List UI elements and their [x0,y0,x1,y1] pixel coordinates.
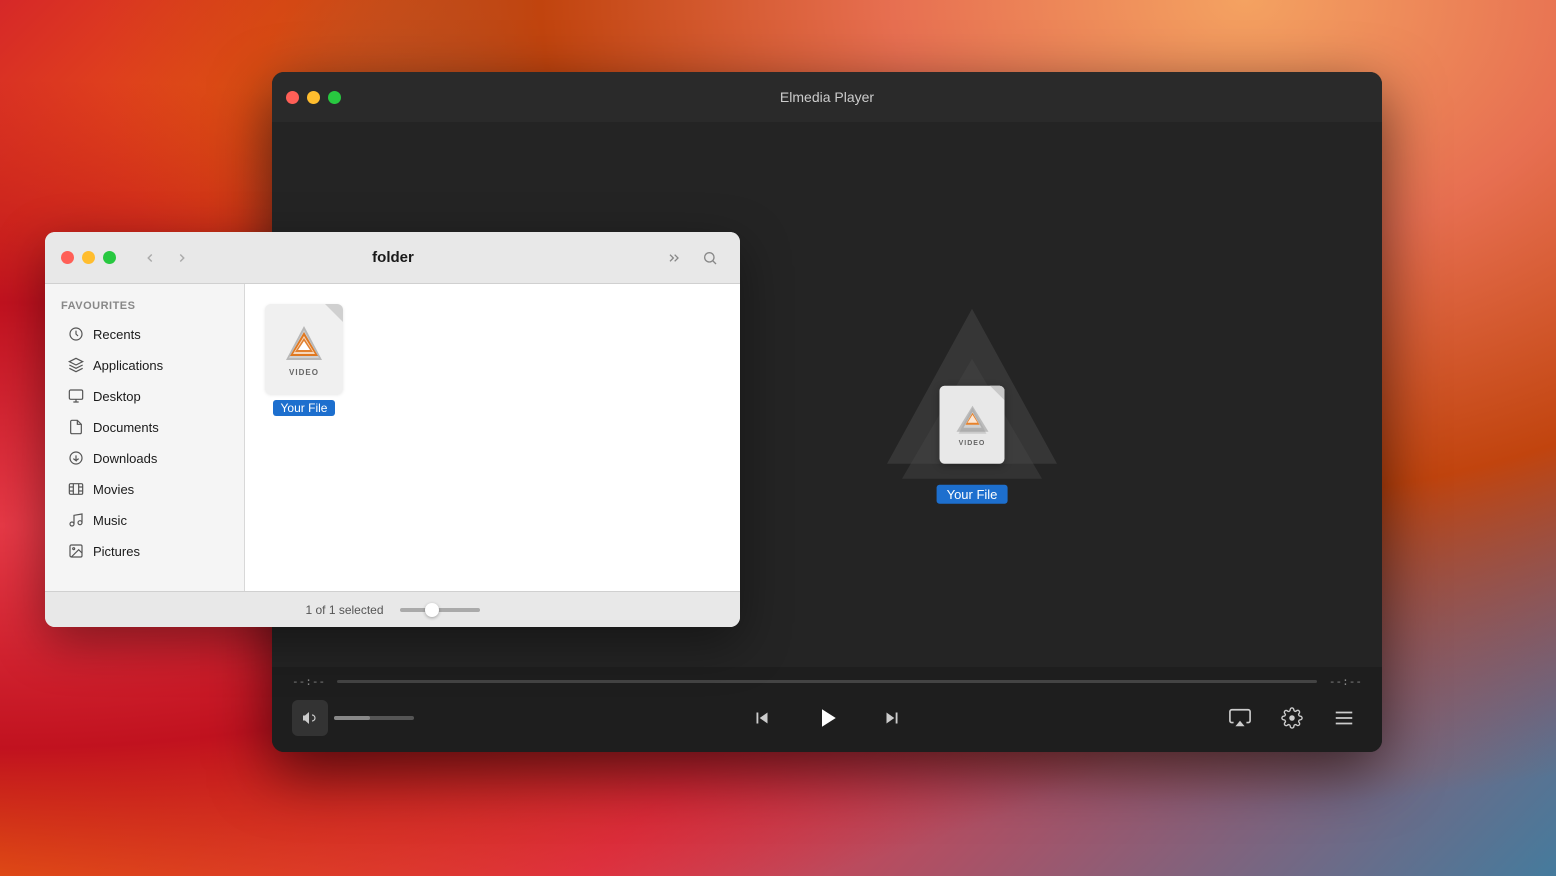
sidebar-label-applications: Applications [93,358,163,373]
sidebar-item-recents[interactable]: Recents [51,319,238,349]
settings-icon [1281,707,1303,729]
play-icon [812,703,842,733]
sidebar-item-documents[interactable]: Documents [51,412,238,442]
finder-file-video-tag: VIDEO [289,368,319,377]
elmedia-logo-icon [954,402,990,438]
finder-minimize-button[interactable] [82,251,95,264]
settings-button[interactable] [1274,700,1310,736]
slider-thumb [425,603,439,617]
next-icon [881,707,903,729]
finder-toolbar-right [660,244,724,272]
sidebar-label-movies: Movies [93,482,134,497]
player-controls: --:-- --:-- [272,667,1382,752]
finder-elmedia-logo [282,322,326,366]
center-controls [741,694,913,742]
airplay-button[interactable] [1222,700,1258,736]
sidebar-item-applications[interactable]: Applications [51,350,238,380]
player-titlebar: Elmedia Player [272,72,1382,122]
finder-nav-buttons [136,244,196,272]
sidebar-label-desktop: Desktop [93,389,141,404]
volume-icon [302,710,318,726]
music-icon [67,511,85,529]
finder-search-button[interactable] [696,244,724,272]
player-traffic-lights [286,91,341,104]
progress-track[interactable] [337,680,1317,683]
finder-body: Favourites Recents Applicatio [45,284,740,591]
finder-traffic-lights [61,251,116,264]
player-file-icon: VIDEO [940,385,1005,463]
right-controls [1222,700,1362,736]
slider-track [400,608,480,612]
sidebar-item-pictures[interactable]: Pictures [51,536,238,566]
icon-size-slider[interactable] [400,608,480,612]
finder-title: folder [208,249,578,266]
finder-file-name: Your File [273,400,336,416]
controls-row [272,692,1382,752]
playlist-button[interactable] [1326,700,1362,736]
sidebar-label-music: Music [93,513,127,528]
downloads-icon [67,449,85,467]
movies-icon [67,480,85,498]
recents-icon [67,325,85,343]
player-bg-icon: VIDEO Your File [882,298,1062,473]
applications-icon [67,356,85,374]
sidebar-label-recents: Recents [93,327,141,342]
finder-status-text: 1 of 1 selected [305,603,383,617]
player-file-label: Your File [937,484,1008,503]
player-close-button[interactable] [286,91,299,104]
progress-bar-container: --:-- --:-- [272,667,1382,692]
player-minimize-button[interactable] [307,91,320,104]
volume-button[interactable] [292,700,328,736]
time-end: --:-- [1329,675,1362,688]
finder-maximize-button[interactable] [103,251,116,264]
previous-icon [751,707,773,729]
sidebar-label-pictures: Pictures [93,544,140,559]
pictures-icon [67,542,85,560]
sidebar-label-downloads: Downloads [93,451,157,466]
player-title: Elmedia Player [780,89,874,105]
finder-file-icon: VIDEO [265,304,343,394]
finder-close-button[interactable] [61,251,74,264]
finder-titlebar: folder [45,232,740,284]
finder-back-button[interactable] [136,244,164,272]
finder-main: VIDEO Your File [245,284,740,591]
sidebar-label-documents: Documents [93,420,159,435]
finder-more-button[interactable] [660,244,688,272]
player-maximize-button[interactable] [328,91,341,104]
finder-forward-button[interactable] [168,244,196,272]
sidebar-item-downloads[interactable]: Downloads [51,443,238,473]
previous-button[interactable] [741,697,783,739]
playlist-icon [1333,707,1355,729]
airplay-icon [1229,707,1251,729]
documents-icon [67,418,85,436]
sidebar-item-music[interactable]: Music [51,505,238,535]
file-video-tag: VIDEO [959,440,986,447]
volume-section [292,700,414,736]
finder-window: folder Favourites [45,232,740,627]
finder-sidebar: Favourites Recents Applicatio [45,284,245,591]
play-button[interactable] [803,694,851,742]
sidebar-section-label: Favourites [45,296,244,318]
next-button[interactable] [871,697,913,739]
finder-statusbar: 1 of 1 selected [45,591,740,627]
desktop-icon [67,387,85,405]
sidebar-item-desktop[interactable]: Desktop [51,381,238,411]
finder-file-item[interactable]: VIDEO Your File [265,304,343,416]
volume-slider[interactable] [334,716,414,720]
time-start: --:-- [292,675,325,688]
sidebar-item-movies[interactable]: Movies [51,474,238,504]
